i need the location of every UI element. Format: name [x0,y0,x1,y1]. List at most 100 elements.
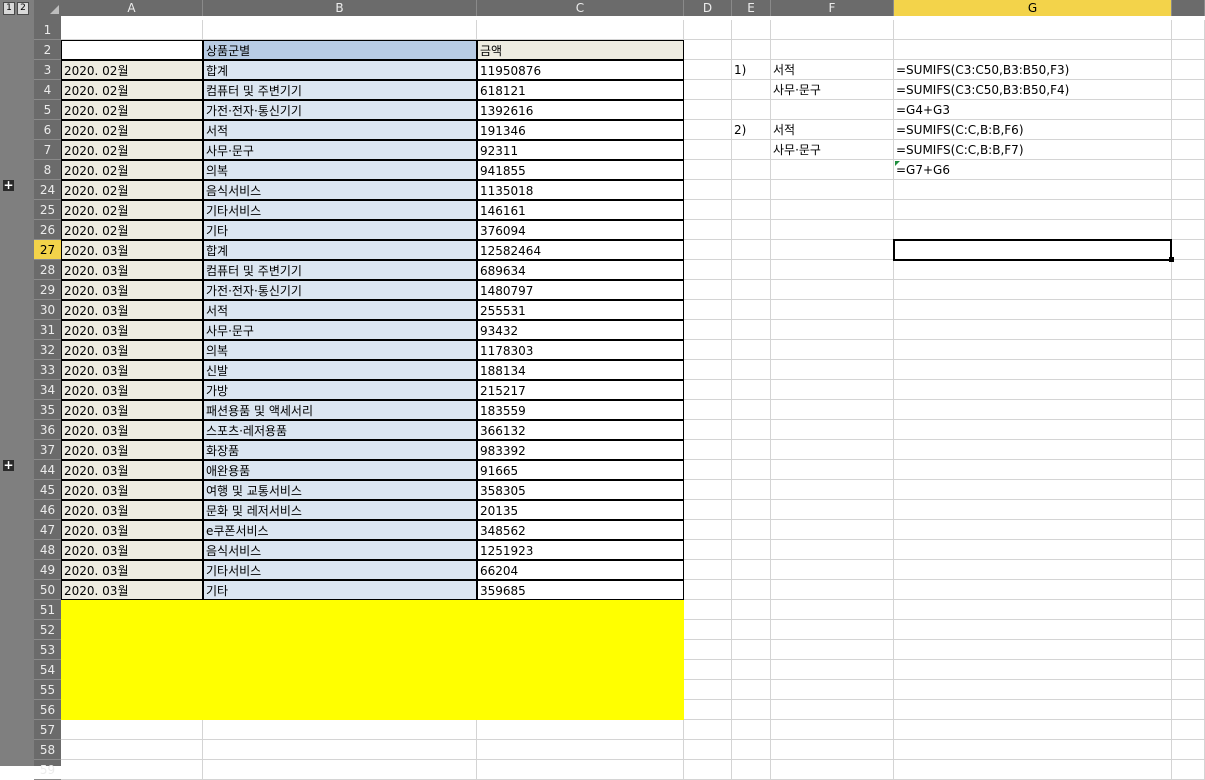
cell-f-33[interactable] [771,360,894,380]
cell-g-7[interactable]: =SUMIFS(C:C,B:B,F7) [894,140,1172,160]
cell-a-8[interactable]: 2020. 02월 [61,160,203,180]
cell-g-51[interactable] [894,600,1172,620]
cell-a-6[interactable]: 2020. 02월 [61,120,203,140]
row-header[interactable]: 47 [34,520,61,540]
cell-d-28[interactable] [684,260,732,280]
cell-c-28[interactable]: 689634 [477,260,684,280]
cell-f-47[interactable] [771,520,894,540]
column-header[interactable]: D [684,0,732,16]
cell-b-53[interactable] [203,640,477,660]
row-header[interactable]: 46 [34,500,61,520]
cell-g-48[interactable] [894,540,1172,560]
row-header[interactable]: 7 [34,140,61,160]
cell-c-2[interactable]: 금액 [477,40,684,60]
cell-f-50[interactable] [771,580,894,600]
cell-g-29[interactable] [894,280,1172,300]
cell-c-27[interactable]: 12582464 [477,240,684,260]
cell-b-5[interactable]: 가전·전자·통신기기 [203,100,477,120]
cell-b-56[interactable] [203,700,477,720]
row-header[interactable]: 33 [34,360,61,380]
cell-c-26[interactable]: 376094 [477,220,684,240]
row-header[interactable]: 48 [34,540,61,560]
cell-b-4[interactable]: 컴퓨터 및 주변기기 [203,80,477,100]
cell-e-5[interactable] [732,100,771,120]
cell-f-55[interactable] [771,680,894,700]
cell-g-52[interactable] [894,620,1172,640]
row-header[interactable]: 36 [34,420,61,440]
cell-e-36[interactable] [732,420,771,440]
cell-c-4[interactable]: 618121 [477,80,684,100]
cell-d-1[interactable] [684,20,732,40]
column-header[interactable]: E [732,0,771,16]
cell-f-28[interactable] [771,260,894,280]
cell-g-59[interactable] [894,760,1172,780]
expand-group-button[interactable]: + [3,179,14,191]
cell-e-6[interactable]: 2) [732,120,771,140]
cell-h-3[interactable] [1172,60,1205,80]
cell-d-58[interactable] [684,740,732,760]
cell-e-8[interactable] [732,160,771,180]
cell-a-56[interactable] [61,700,203,720]
cell-e-27[interactable] [732,240,771,260]
cell-f-52[interactable] [771,620,894,640]
cell-f-32[interactable] [771,340,894,360]
cell-e-55[interactable] [732,680,771,700]
cell-c-32[interactable]: 1178303 [477,340,684,360]
row-header[interactable]: 45 [34,480,61,500]
cell-e-31[interactable] [732,320,771,340]
cell-d-36[interactable] [684,420,732,440]
cell-e-30[interactable] [732,300,771,320]
cell-b-7[interactable]: 사무·문구 [203,140,477,160]
cell-e-29[interactable] [732,280,771,300]
cell-c-56[interactable] [477,700,684,720]
cell-b-34[interactable]: 가방 [203,380,477,400]
cell-f-56[interactable] [771,700,894,720]
cell-c-34[interactable]: 215217 [477,380,684,400]
cell-d-46[interactable] [684,500,732,520]
cell-a-57[interactable] [61,720,203,740]
cell-g-57[interactable] [894,720,1172,740]
cell-d-49[interactable] [684,560,732,580]
cell-c-29[interactable]: 1480797 [477,280,684,300]
cell-b-31[interactable]: 사무·문구 [203,320,477,340]
cell-c-52[interactable] [477,620,684,640]
cell-a-45[interactable]: 2020. 03월 [61,480,203,500]
cell-h-49[interactable] [1172,560,1205,580]
cell-c-55[interactable] [477,680,684,700]
cell-h-46[interactable] [1172,500,1205,520]
cell-h-30[interactable] [1172,300,1205,320]
row-header[interactable]: 58 [34,740,61,760]
cell-h-31[interactable] [1172,320,1205,340]
row-header[interactable]: 59 [34,760,61,780]
formula-warning-icon[interactable] [895,161,900,166]
cell-c-37[interactable]: 983392 [477,440,684,460]
row-header[interactable]: 53 [34,640,61,660]
cell-e-34[interactable] [732,380,771,400]
cell-h-34[interactable] [1172,380,1205,400]
cell-b-1[interactable] [203,20,477,40]
outline-level-1-button[interactable]: 1 [3,2,15,15]
cell-e-3[interactable]: 1) [732,60,771,80]
cell-g-28[interactable] [894,260,1172,280]
cell-d-8[interactable] [684,160,732,180]
cell-f-2[interactable] [771,40,894,60]
cell-c-7[interactable]: 92311 [477,140,684,160]
cell-h-2[interactable] [1172,40,1205,60]
cell-f-37[interactable] [771,440,894,460]
cell-h-28[interactable] [1172,260,1205,280]
cell-c-36[interactable]: 366132 [477,420,684,440]
row-header[interactable]: 4 [34,80,61,100]
cell-h-8[interactable] [1172,160,1205,180]
cell-b-49[interactable]: 기타서비스 [203,560,477,580]
cell-c-5[interactable]: 1392616 [477,100,684,120]
cell-c-35[interactable]: 183559 [477,400,684,420]
cell-b-26[interactable]: 기타 [203,220,477,240]
row-header[interactable]: 55 [34,680,61,700]
column-header[interactable]: F [771,0,894,16]
cell-d-47[interactable] [684,520,732,540]
cell-a-36[interactable]: 2020. 03월 [61,420,203,440]
row-header[interactable]: 52 [34,620,61,640]
cell-e-7[interactable] [732,140,771,160]
cell-e-35[interactable] [732,400,771,420]
cell-c-46[interactable]: 20135 [477,500,684,520]
